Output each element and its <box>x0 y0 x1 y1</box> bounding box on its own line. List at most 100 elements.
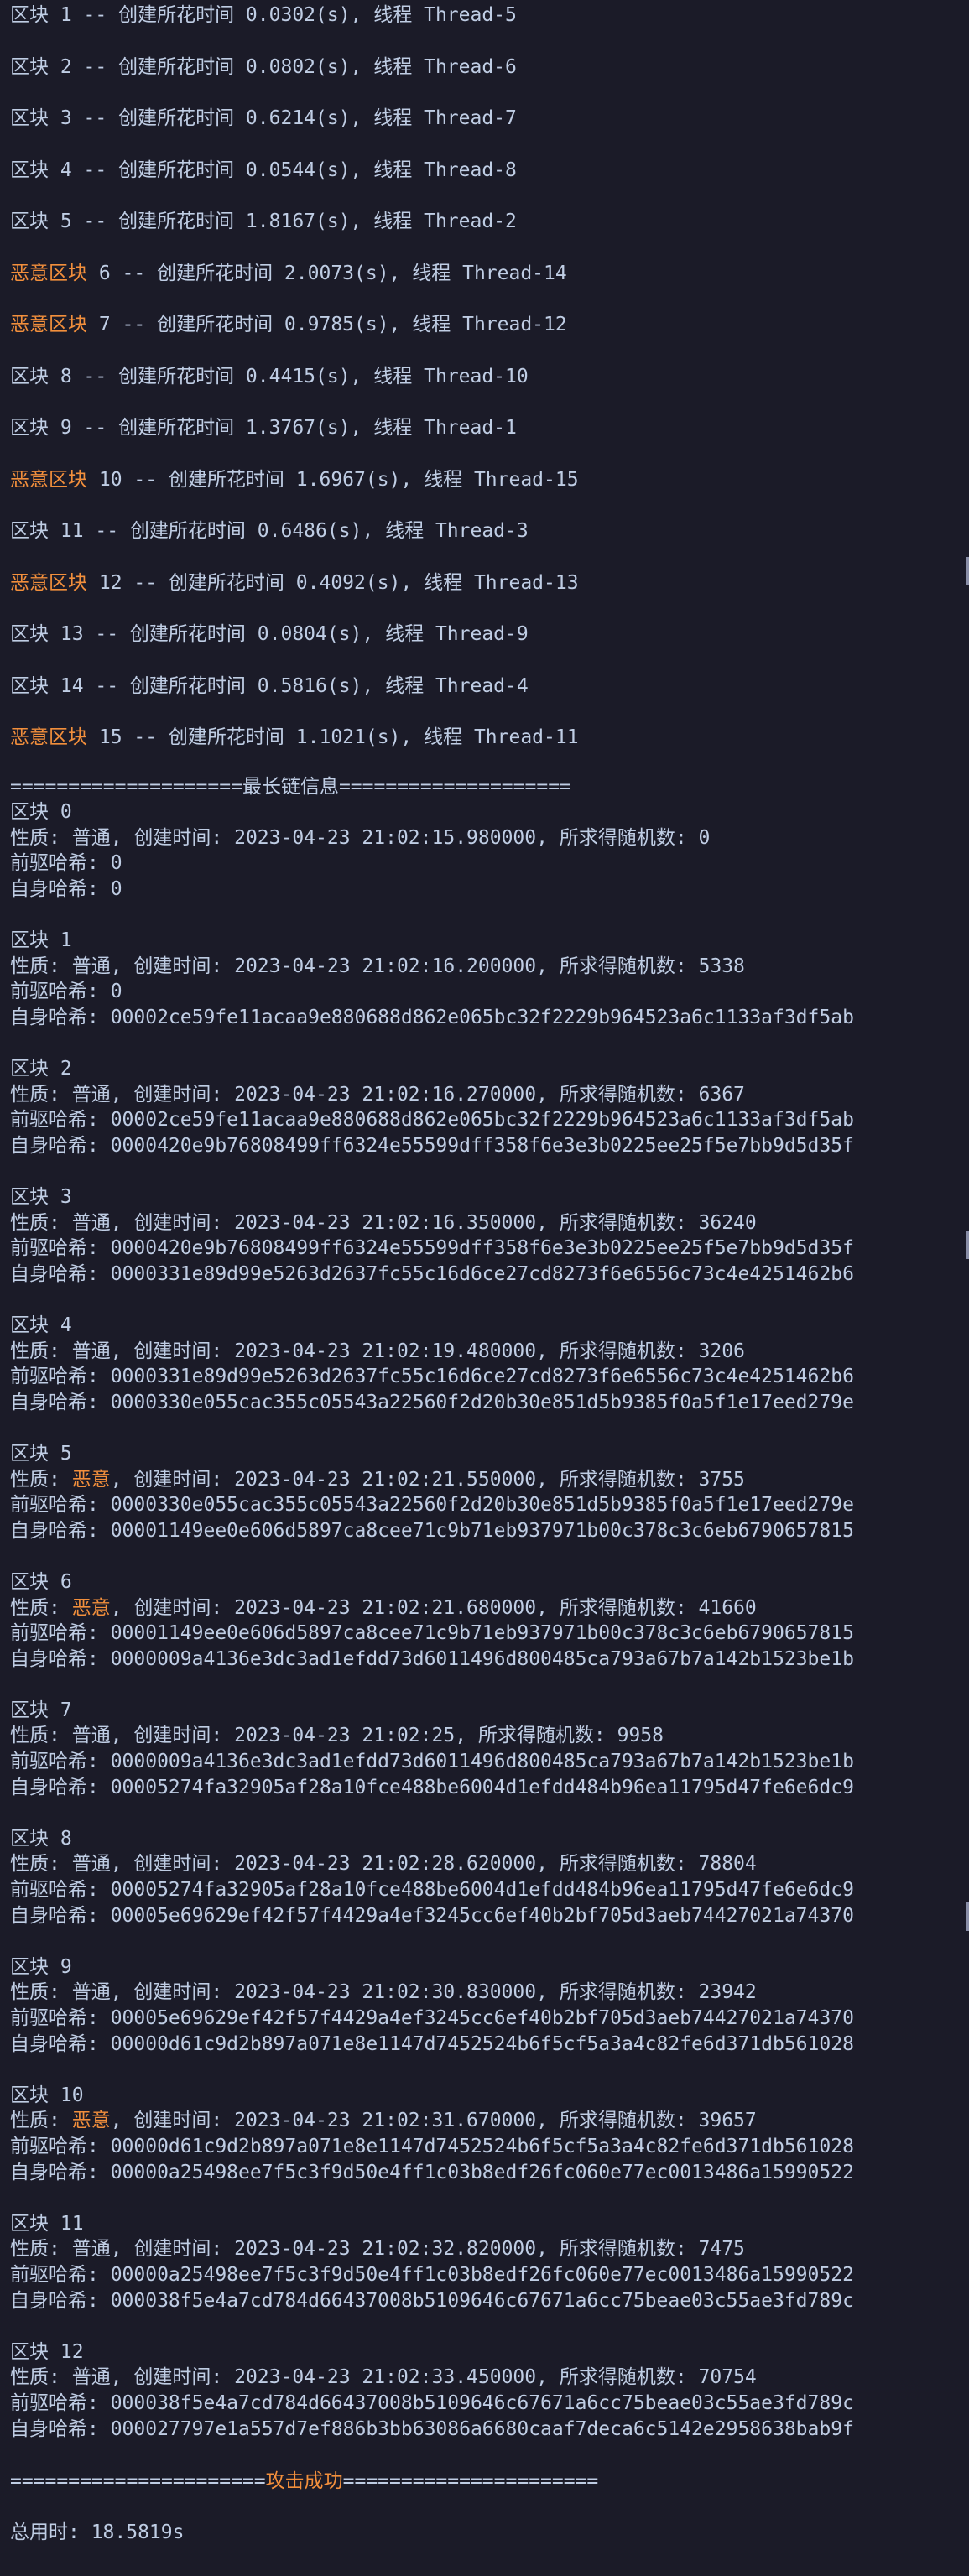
prev-hash: 前驱哈希: 00000d61c9d2b897a071e8e1147d745252… <box>10 2135 854 2157</box>
block-creation-log: 恶意区块 10 -- 创建所花时间 1.6967(s), 线程 Thread-1… <box>10 465 958 517</box>
block-creation-log: 区块 4 -- 创建所花时间 0.0544(s), 线程 Thread-8 <box>10 155 958 207</box>
self-hash: 自身哈希: 00005e69629ef42f57f4429a4ef3245cc6… <box>10 1904 854 1927</box>
result-right-rule: ====================== <box>342 2470 599 2493</box>
self-hash: 自身哈希: 00005274fa32905af28a10fce488be6004… <box>10 1776 854 1798</box>
nature-prefix: 性质: <box>10 1468 72 1491</box>
chain-block-title: 区块 7 <box>10 1699 72 1721</box>
attack-success-message: 攻击成功 <box>265 2470 343 2493</box>
malicious-block-label: 恶意区块 <box>10 262 87 284</box>
chain-block-nature: 性质: 普通, 创建时间: 2023-04-23 21:02:33.450000… <box>10 2365 958 2391</box>
self-hash: 自身哈希: 0 <box>10 877 122 900</box>
block-creation-log: 区块 2 -- 创建所花时间 0.0802(s), 线程 Thread-6 <box>10 52 958 104</box>
chain-block-nature: 性质: 普通, 创建时间: 2023-04-23 21:02:15.980000… <box>10 825 958 851</box>
chain-block-nature: 性质: 普通, 创建时间: 2023-04-23 21:02:30.830000… <box>10 1980 958 2006</box>
block-creation-log: 区块 1 -- 创建所花时间 0.0302(s), 线程 Thread-5 <box>10 0 958 52</box>
nature-normal: 普通 <box>71 826 111 849</box>
block-creation-log: 区块 3 -- 创建所花时间 0.6214(s), 线程 Thread-7 <box>10 103 958 155</box>
prev-hash: 前驱哈希: 0000330e055cac355c05543a22560f2d20… <box>10 1494 854 1517</box>
block-creation-detail: 7 -- 创建所花时间 0.9785(s), 线程 Thread-12 <box>87 314 567 336</box>
block-creation-detail: 10 -- 创建所花时间 1.6967(s), 线程 Thread-15 <box>87 468 579 491</box>
chain-block: 区块 5 性质: 恶意, 创建时间: 2023-04-23 21:02:21.55… <box>10 1415 958 1543</box>
block-creation-detail: 15 -- 创建所花时间 1.1021(s), 线程 Thread-11 <box>87 726 579 748</box>
block-creation-detail: 12 -- 创建所花时间 0.4092(s), 线程 Thread-13 <box>87 571 579 594</box>
block-creation-detail: 1 -- 创建所花时间 0.0302(s), 线程 Thread-5 <box>49 4 517 26</box>
chain-block-title: 区块 8 <box>10 1827 72 1850</box>
self-hash: 自身哈希: 000038f5e4a7cd784d66437008b5109646… <box>10 2289 854 2312</box>
self-hash: 自身哈希: 00000a25498ee7f5c3f9d50e4ff1c03b8e… <box>10 2161 854 2183</box>
creation-info: , 创建时间: 2023-04-23 21:02:16.200000, 所求得随… <box>110 955 745 977</box>
block-label: 区块 <box>10 55 49 78</box>
chain-block: 区块 1 性质: 普通, 创建时间: 2023-04-23 21:02:16.20… <box>10 902 958 1030</box>
nature-malicious: 恶意 <box>71 1596 111 1619</box>
creation-info: , 创建时间: 2023-04-23 21:02:16.350000, 所求得随… <box>110 1211 757 1234</box>
block-creation-log: 区块 13 -- 创建所花时间 0.0804(s), 线程 Thread-9 <box>10 619 958 671</box>
self-hash: 自身哈希: 00002ce59fe11acaa9e880688d862e065b… <box>10 1006 854 1028</box>
chain-block: 区块 11 性质: 普通, 创建时间: 2023-04-23 21:02:32.8… <box>10 2185 958 2313</box>
prev-hash: 前驱哈希: 00005274fa32905af28a10fce488be6004… <box>10 1879 854 1902</box>
nature-prefix: 性质: <box>10 2238 72 2261</box>
chain-block: 区块 3 性质: 普通, 创建时间: 2023-04-23 21:02:16.35… <box>10 1158 958 1287</box>
longest-chain-list: 区块 0 性质: 普通, 创建时间: 2023-04-23 21:02:15.98… <box>10 799 958 2442</box>
chain-block: 区块 8 性质: 普通, 创建时间: 2023-04-23 21:02:28.62… <box>10 1800 958 1928</box>
block-creation-detail: 5 -- 创建所花时间 1.8167(s), 线程 Thread-2 <box>49 211 517 232</box>
nature-normal: 普通 <box>71 1340 111 1362</box>
chain-block-nature: 性质: 普通, 创建时间: 2023-04-23 21:02:19.480000… <box>10 1339 958 1365</box>
chain-block-nature: 性质: 普通, 创建时间: 2023-04-23 21:02:16.270000… <box>10 1082 958 1108</box>
block-label: 区块 <box>10 365 49 388</box>
chain-block-title: 区块 10 <box>10 2084 84 2106</box>
block-label: 区块 <box>10 520 49 542</box>
chain-block-title: 区块 1 <box>10 929 72 952</box>
chain-block-title: 区块 0 <box>10 801 72 824</box>
creation-info: , 创建时间: 2023-04-23 21:02:30.830000, 所求得随… <box>110 1981 757 2004</box>
block-label: 区块 <box>10 674 49 697</box>
nature-malicious: 恶意 <box>71 1468 111 1491</box>
nature-prefix: 性质: <box>10 1340 72 1362</box>
nature-malicious: 恶意 <box>71 2110 111 2132</box>
block-label: 区块 <box>10 211 49 232</box>
self-hash: 自身哈希: 0000009a4136e3dc3ad1efdd73d6011496… <box>10 1647 854 1670</box>
block-creation-log: 区块 9 -- 创建所花时间 1.3767(s), 线程 Thread-1 <box>10 413 958 465</box>
chain-block-nature: 性质: 恶意, 创建时间: 2023-04-23 21:02:21.680000… <box>10 1595 958 1621</box>
nature-normal: 普通 <box>71 1725 111 1747</box>
block-creation-detail: 3 -- 创建所花时间 0.6214(s), 线程 Thread-7 <box>49 107 517 129</box>
self-hash: 自身哈希: 00001149ee0e606d5897ca8cee71c9b71e… <box>10 1519 854 1542</box>
attack-result-line: ======================攻击成功==============… <box>10 2469 958 2495</box>
chain-block-nature: 性质: 普通, 创建时间: 2023-04-23 21:02:16.200000… <box>10 954 958 980</box>
self-hash: 自身哈希: 0000331e89d99e5263d2637fc55c16d6ce… <box>10 1262 854 1285</box>
creation-info: , 创建时间: 2023-04-23 21:02:31.670000, 所求得随… <box>110 2110 757 2132</box>
prev-hash: 前驱哈希: 0000009a4136e3dc3ad1efdd73d6011496… <box>10 1751 854 1773</box>
creation-info: , 创建时间: 2023-04-23 21:02:16.270000, 所求得随… <box>110 1083 745 1106</box>
nature-prefix: 性质: <box>10 826 72 849</box>
block-creation-log: 恶意区块 15 -- 创建所花时间 1.1021(s), 线程 Thread-1… <box>10 722 958 774</box>
block-creation-log: 恶意区块 12 -- 创建所花时间 0.4092(s), 线程 Thread-1… <box>10 568 958 620</box>
terminal-output: 区块 1 -- 创建所花时间 0.0302(s), 线程 Thread-5 区块 … <box>10 0 958 2545</box>
prev-hash: 前驱哈希: 00005e69629ef42f57f4429a4ef3245cc6… <box>10 2007 854 2029</box>
total-time: 总用时: 18.5819s <box>10 2521 185 2543</box>
nature-normal: 普通 <box>71 955 111 977</box>
block-creation-detail: 2 -- 创建所花时间 0.0802(s), 线程 Thread-6 <box>49 55 517 78</box>
self-hash: 自身哈希: 000027797e1a557d7ef886b3bb63086a66… <box>10 2417 854 2440</box>
block-creation-detail: 13 -- 创建所花时间 0.0804(s), 线程 Thread-9 <box>49 623 529 645</box>
block-creation-log: 区块 14 -- 创建所花时间 0.5816(s), 线程 Thread-4 <box>10 671 958 723</box>
self-hash: 自身哈希: 0000420e9b76808499ff6324e55599dff3… <box>10 1134 854 1157</box>
chain-block-title: 区块 6 <box>10 1570 72 1593</box>
creation-info: , 创建时间: 2023-04-23 21:02:28.620000, 所求得随… <box>110 1853 757 1876</box>
prev-hash: 前驱哈希: 000038f5e4a7cd784d66437008b5109646… <box>10 2391 854 2414</box>
creation-info: , 创建时间: 2023-04-23 21:02:33.450000, 所求得随… <box>110 2366 757 2389</box>
self-hash: 自身哈希: 00000d61c9d2b897a071e8e1147d745252… <box>10 2032 854 2055</box>
prev-hash: 前驱哈希: 0 <box>10 981 122 1003</box>
chain-block: 区块 6 性质: 恶意, 创建时间: 2023-04-23 21:02:21.68… <box>10 1543 958 1672</box>
nature-prefix: 性质: <box>10 1083 72 1106</box>
chain-block: 区块 10 性质: 恶意, 创建时间: 2023-04-23 21:02:31.6… <box>10 2057 958 2185</box>
block-label: 区块 <box>10 623 49 645</box>
creation-info: , 创建时间: 2023-04-23 21:02:32.820000, 所求得随… <box>110 2238 745 2261</box>
chain-block-title: 区块 4 <box>10 1314 72 1336</box>
chain-block-title: 区块 12 <box>10 2340 84 2363</box>
prev-hash: 前驱哈希: 00000a25498ee7f5c3f9d50e4ff1c03b8e… <box>10 2263 854 2286</box>
nature-prefix: 性质: <box>10 1981 72 2004</box>
nature-normal: 普通 <box>71 1981 111 2004</box>
prev-hash: 前驱哈希: 00002ce59fe11acaa9e880688d862e065b… <box>10 1109 854 1132</box>
chain-block-nature: 性质: 普通, 创建时间: 2023-04-23 21:02:16.350000… <box>10 1210 958 1236</box>
nature-prefix: 性质: <box>10 1211 72 1234</box>
chain-block: 区块 0 性质: 普通, 创建时间: 2023-04-23 21:02:15.98… <box>10 799 958 902</box>
